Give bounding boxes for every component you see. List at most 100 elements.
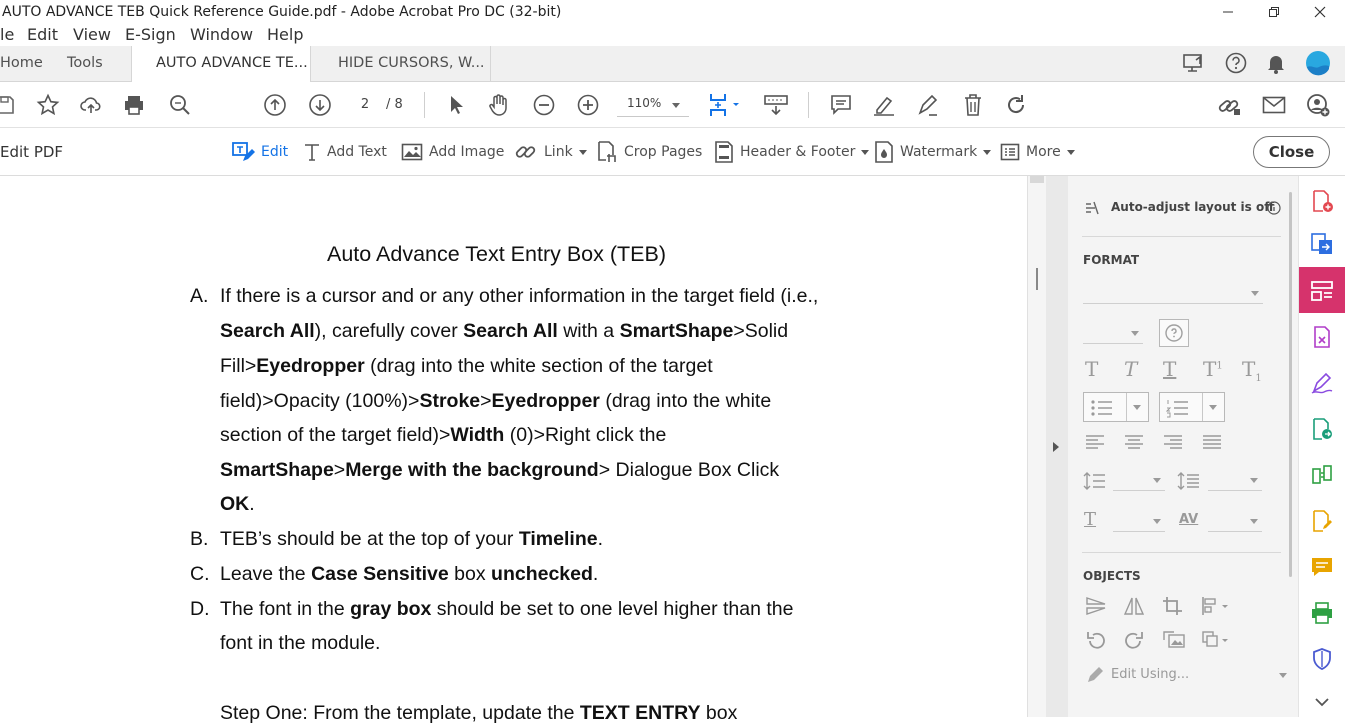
print-icon[interactable] [121, 93, 147, 117]
organize-pages-icon[interactable] [1308, 323, 1336, 351]
bullet-list-dropdown[interactable] [1083, 392, 1149, 422]
search-zoom-icon[interactable] [167, 93, 193, 117]
line-spacing-dropdown[interactable] [1113, 469, 1165, 491]
flip-horizontal-icon[interactable] [1123, 596, 1145, 616]
character-spacing-icon[interactable]: AV [1179, 512, 1198, 527]
zoom-in-icon[interactable] [575, 93, 601, 117]
menu-esign[interactable]: E-Sign [125, 24, 176, 46]
horizontal-scaling-dropdown[interactable] [1113, 510, 1165, 532]
compare-files-icon[interactable] [1308, 461, 1336, 489]
close-icon[interactable] [1297, 0, 1343, 24]
keyboard-scroll-icon[interactable] [763, 93, 789, 117]
align-objects-icon[interactable] [1201, 596, 1231, 616]
header-footer-button[interactable]: Header & Footer [714, 140, 870, 164]
list-item-a-line1: If there is a cursor and or any other in… [220, 285, 819, 307]
chevron-right-icon[interactable] [1053, 442, 1059, 452]
upload-cloud-icon[interactable] [78, 93, 104, 117]
replace-image-icon[interactable] [1162, 630, 1186, 650]
crop-image-icon[interactable] [1162, 596, 1184, 616]
print-production-icon[interactable] [1308, 599, 1336, 627]
rotate-left-icon[interactable] [1085, 630, 1107, 650]
edit-button[interactable]: Edit [231, 140, 288, 164]
prepare-form-icon[interactable] [1308, 507, 1336, 535]
export-pdf-icon[interactable] [1308, 230, 1336, 258]
bookmark-star-icon[interactable] [35, 93, 61, 117]
watermark-button[interactable]: Watermark [874, 140, 992, 164]
character-spacing-dropdown[interactable] [1208, 510, 1262, 532]
tab-tools[interactable]: Tools [67, 46, 127, 82]
menu-view[interactable]: View [73, 24, 111, 46]
highlight-pen-icon[interactable] [871, 93, 897, 117]
comment-rail-icon[interactable] [1308, 553, 1336, 581]
rotate-redo-icon[interactable] [1003, 93, 1029, 117]
text-underline-icon[interactable]: T [1163, 357, 1176, 381]
crop-pages-button[interactable]: Crop Pages [596, 140, 702, 164]
text-italic-icon[interactable]: T [1124, 357, 1137, 381]
page-number-input[interactable]: 2 [352, 95, 378, 115]
select-cursor-icon[interactable] [443, 93, 469, 117]
arrange-objects-icon[interactable] [1201, 630, 1231, 650]
protect-shield-icon[interactable] [1308, 645, 1336, 673]
paragraph-spacing-dropdown[interactable] [1208, 469, 1262, 491]
close-button[interactable]: Close [1253, 136, 1330, 168]
panel-scrollbar[interactable] [1289, 192, 1292, 577]
zoom-out-icon[interactable] [531, 93, 557, 117]
align-justify-icon[interactable] [1202, 434, 1222, 450]
share-screen-icon[interactable] [1181, 51, 1207, 75]
text-plain-icon[interactable]: T [1085, 357, 1098, 381]
previous-page-icon[interactable] [262, 93, 288, 117]
menu-window[interactable]: Window [190, 24, 253, 46]
font-size-dropdown[interactable] [1083, 322, 1143, 344]
rotate-right-icon[interactable] [1123, 630, 1145, 650]
email-icon[interactable] [1261, 93, 1287, 117]
comment-icon[interactable] [828, 93, 854, 117]
font-help-button[interactable] [1159, 319, 1189, 347]
horizontal-scaling-icon[interactable]: T [1084, 509, 1096, 530]
more-button[interactable]: More [1000, 140, 1075, 164]
save-icon[interactable] [0, 93, 18, 117]
align-left-icon[interactable] [1085, 434, 1105, 450]
info-icon[interactable] [1267, 201, 1281, 215]
help-icon[interactable] [1223, 51, 1249, 75]
align-center-icon[interactable] [1124, 434, 1144, 450]
minimize-icon[interactable] [1205, 0, 1251, 24]
add-image-button[interactable]: Add Image [401, 140, 504, 164]
edit-using-label[interactable]: Edit Using... [1111, 667, 1189, 682]
restore-icon[interactable] [1251, 0, 1297, 24]
hand-tool-icon[interactable] [486, 93, 512, 117]
flip-vertical-icon[interactable] [1085, 596, 1107, 616]
tab-document-active[interactable]: AUTO ADVANCE TE... [131, 46, 311, 83]
share-link-icon[interactable] [1216, 93, 1242, 117]
fill-sign-icon[interactable] [1308, 369, 1336, 397]
add-user-icon[interactable] [1305, 93, 1331, 117]
menu-edit[interactable]: Edit [27, 24, 58, 46]
delete-trash-icon[interactable] [960, 93, 986, 117]
menu-file[interactable]: le [0, 24, 14, 46]
avatar[interactable] [1305, 51, 1331, 76]
document-page[interactable]: Auto Advance Text Entry Box (TEB) A. If … [0, 176, 1046, 724]
create-pdf-icon[interactable] [1308, 187, 1336, 215]
page-fit-icon[interactable] [706, 93, 742, 117]
line-spacing-icon[interactable] [1083, 471, 1107, 491]
menu-help[interactable]: Help [267, 24, 303, 46]
sign-pen-icon[interactable] [915, 93, 941, 117]
panel-collapse-strip[interactable] [1046, 176, 1068, 717]
paragraph-spacing-icon[interactable] [1177, 471, 1201, 491]
scroll-thumb[interactable] [1030, 176, 1044, 183]
add-text-button[interactable]: Add Text [303, 140, 387, 164]
tab-home[interactable]: Home [0, 46, 50, 82]
link-button[interactable]: Link [514, 140, 587, 164]
next-page-icon[interactable] [307, 93, 333, 117]
bell-icon[interactable] [1263, 51, 1289, 75]
vertical-scrollbar[interactable] [1027, 176, 1046, 717]
send-for-review-icon[interactable] [1308, 415, 1336, 443]
zoom-select[interactable]: 110% [617, 93, 689, 117]
text-subscript-icon[interactable]: T1 [1242, 357, 1262, 384]
numbered-list-dropdown[interactable] [1159, 392, 1225, 422]
align-right-icon[interactable] [1163, 434, 1183, 450]
rail-scroll-down-icon[interactable] [1308, 690, 1336, 714]
text-superscript-icon[interactable]: T1 [1203, 357, 1223, 381]
font-family-dropdown[interactable] [1083, 282, 1263, 304]
tab-document-2[interactable]: HIDE CURSORS, W... [311, 46, 491, 82]
edit-pdf-rail-icon[interactable] [1308, 277, 1336, 305]
